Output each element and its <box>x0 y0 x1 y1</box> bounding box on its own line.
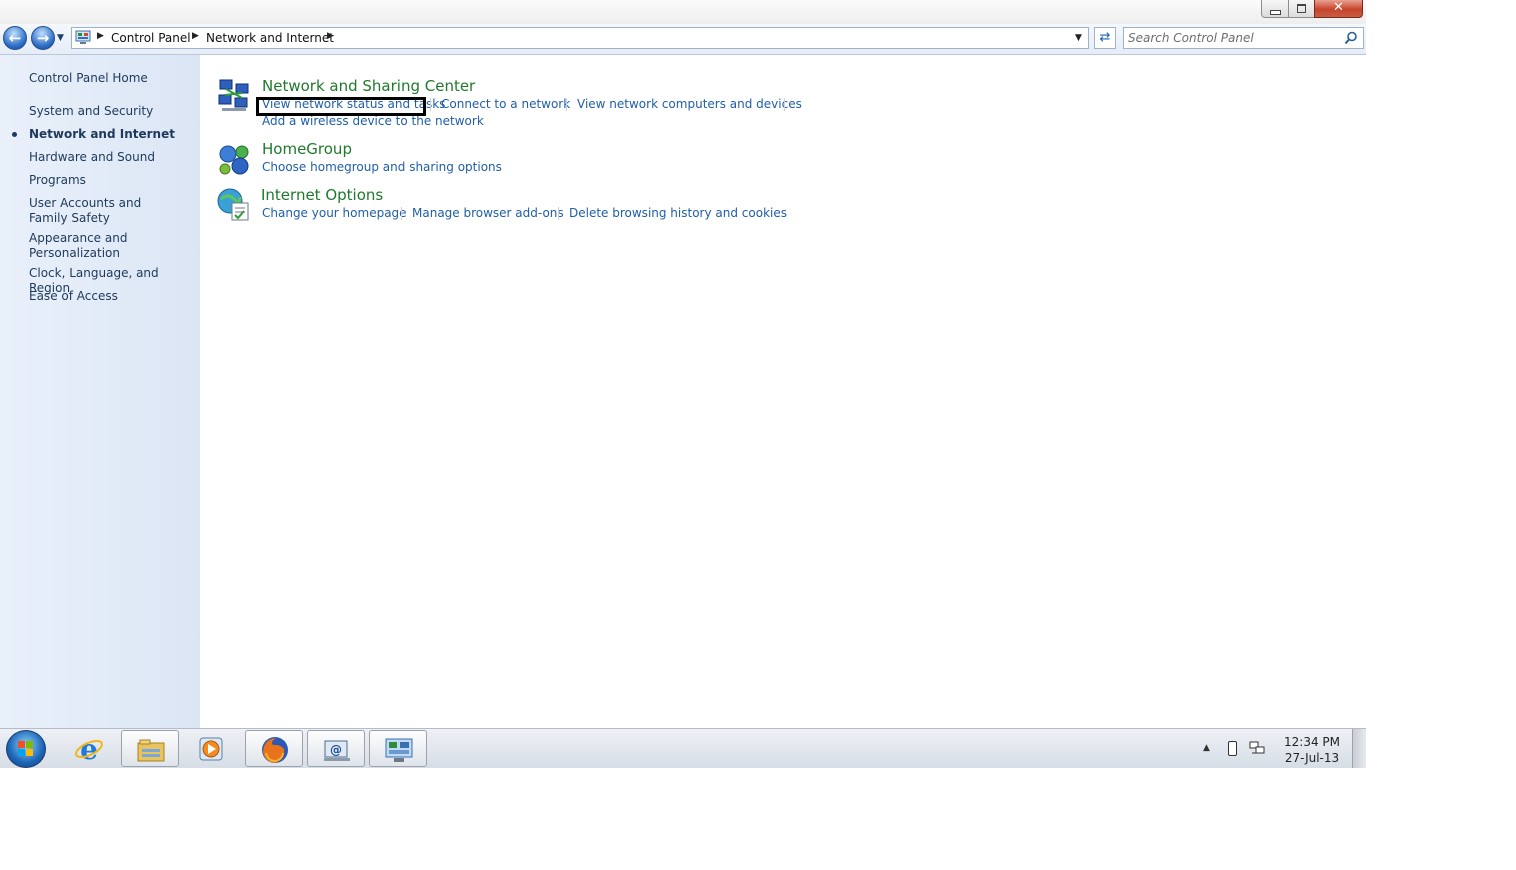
change-homepage-link[interactable]: Change your homepage <box>262 206 407 220</box>
windows-explorer-icon <box>137 739 165 762</box>
breadcrumb-separator-icon[interactable]: ▶ <box>327 31 334 41</box>
taskbar: e @ ▲ 12:34 PM 27-Jul-13 <box>0 728 1366 768</box>
control-panel-icon <box>385 738 413 762</box>
control-panel-home-link[interactable]: Control Panel Home <box>29 71 194 86</box>
maximize-icon <box>1297 4 1306 13</box>
nav-user-accounts[interactable]: User Accounts and Family Safety <box>29 196 179 226</box>
task-separator <box>430 98 431 111</box>
back-arrow-icon: ← <box>8 29 22 47</box>
taskbar-internet-explorer[interactable]: e <box>60 730 118 767</box>
network-sharing-center-title[interactable]: Network and Sharing Center <box>262 77 475 95</box>
task-separator <box>566 98 567 111</box>
homegroup-icon[interactable] <box>216 141 252 177</box>
search-input[interactable] <box>1128 30 1336 46</box>
address-bar[interactable]: ▶ Control Panel ▶ Network and Internet ▶… <box>71 27 1089 49</box>
address-dropdown-icon[interactable]: ▼ <box>1075 33 1082 43</box>
homegroup-title[interactable]: HomeGroup <box>262 140 352 158</box>
refresh-icon: ⇄ <box>1099 30 1111 45</box>
navigation-bar: ← → ▼ ▶ Control Panel ▶ Network and Inte… <box>0 24 1366 55</box>
maximize-button[interactable] <box>1288 0 1315 18</box>
search-box[interactable] <box>1123 27 1364 49</box>
left-navigation-pane: Control Panel Home System and Security N… <box>0 55 200 728</box>
windows-logo-icon <box>18 741 33 756</box>
view-network-computers-link[interactable]: View network computers and devices <box>577 97 802 111</box>
nav-programs[interactable]: Programs <box>29 173 194 188</box>
add-wireless-device-link[interactable]: Add a wireless device to the network <box>262 114 484 128</box>
connect-to-network-link[interactable]: Connect to a network <box>441 97 570 111</box>
nav-system-security[interactable]: System and Security <box>29 104 194 119</box>
task-separator <box>401 207 402 220</box>
nav-network-internet[interactable]: Network and Internet <box>29 127 194 142</box>
breadcrumb-separator-icon[interactable]: ▶ <box>192 31 199 41</box>
screen: ✕ ← → ▼ ▶ Control Panel ▶ Network and In… <box>0 0 1366 768</box>
forward-button[interactable]: → <box>31 26 55 50</box>
internet-options-icon[interactable] <box>216 187 252 223</box>
svg-text:@: @ <box>330 743 342 757</box>
recent-pages-dropdown[interactable]: ▼ <box>57 33 64 43</box>
breadcrumb-control-panel[interactable]: Control Panel <box>111 31 191 45</box>
taskbar-mail[interactable]: @ <box>307 730 365 767</box>
control-panel-icon <box>75 30 91 44</box>
current-item-bullet-icon <box>12 132 17 137</box>
manage-addons-link[interactable]: Manage browser add-ons <box>412 206 564 220</box>
forward-arrow-icon: → <box>36 29 50 47</box>
show-desktop-button[interactable] <box>1352 729 1366 768</box>
nav-appearance[interactable]: Appearance and Personalization <box>29 231 139 261</box>
nav-hardware-sound[interactable]: Hardware and Sound <box>29 150 194 165</box>
minimize-button[interactable] <box>1261 0 1289 18</box>
firefox-icon <box>262 737 288 763</box>
refresh-button[interactable]: ⇄ <box>1094 27 1116 49</box>
internet-options-title[interactable]: Internet Options <box>261 186 383 204</box>
media-player-icon <box>199 737 223 761</box>
task-separator <box>558 207 559 220</box>
close-icon: ✕ <box>1333 0 1344 15</box>
taskbar-control-panel[interactable] <box>369 730 427 767</box>
system-clock[interactable]: 12:34 PM 27-Jul-13 <box>1276 734 1348 766</box>
network-sharing-icon[interactable] <box>216 78 252 114</box>
clock-date: 27-Jul-13 <box>1284 751 1340 765</box>
close-button[interactable]: ✕ <box>1314 0 1363 18</box>
taskbar-firefox[interactable] <box>245 730 303 767</box>
nav-ease-of-access[interactable]: Ease of Access <box>29 289 194 304</box>
breadcrumb-network-internet[interactable]: Network and Internet <box>206 31 334 45</box>
taskbar-media-player[interactable] <box>183 730 241 767</box>
taskbar-windows-explorer[interactable] <box>121 730 179 767</box>
clock-time: 12:34 PM <box>1284 735 1340 749</box>
breadcrumb-separator-icon[interactable]: ▶ <box>97 31 104 41</box>
delete-browsing-history-link[interactable]: Delete browsing history and cookies <box>569 206 787 220</box>
search-icon[interactable] <box>1344 31 1358 45</box>
svg-text:e: e <box>80 734 98 764</box>
mail-icon: @ <box>324 740 350 761</box>
show-hidden-icons-icon[interactable]: ▲ <box>1203 743 1210 753</box>
battery-icon[interactable] <box>1228 741 1237 756</box>
task-separator <box>784 98 785 111</box>
minimize-icon <box>1269 10 1281 15</box>
start-button[interactable] <box>6 730 46 768</box>
title-bar: ✕ <box>0 0 1366 24</box>
back-button[interactable]: ← <box>3 26 27 50</box>
highlight-box <box>256 97 426 116</box>
network-tray-icon[interactable] <box>1249 741 1265 756</box>
internet-explorer-icon: e <box>75 734 103 764</box>
homegroup-options-link[interactable]: Choose homegroup and sharing options <box>262 160 502 174</box>
